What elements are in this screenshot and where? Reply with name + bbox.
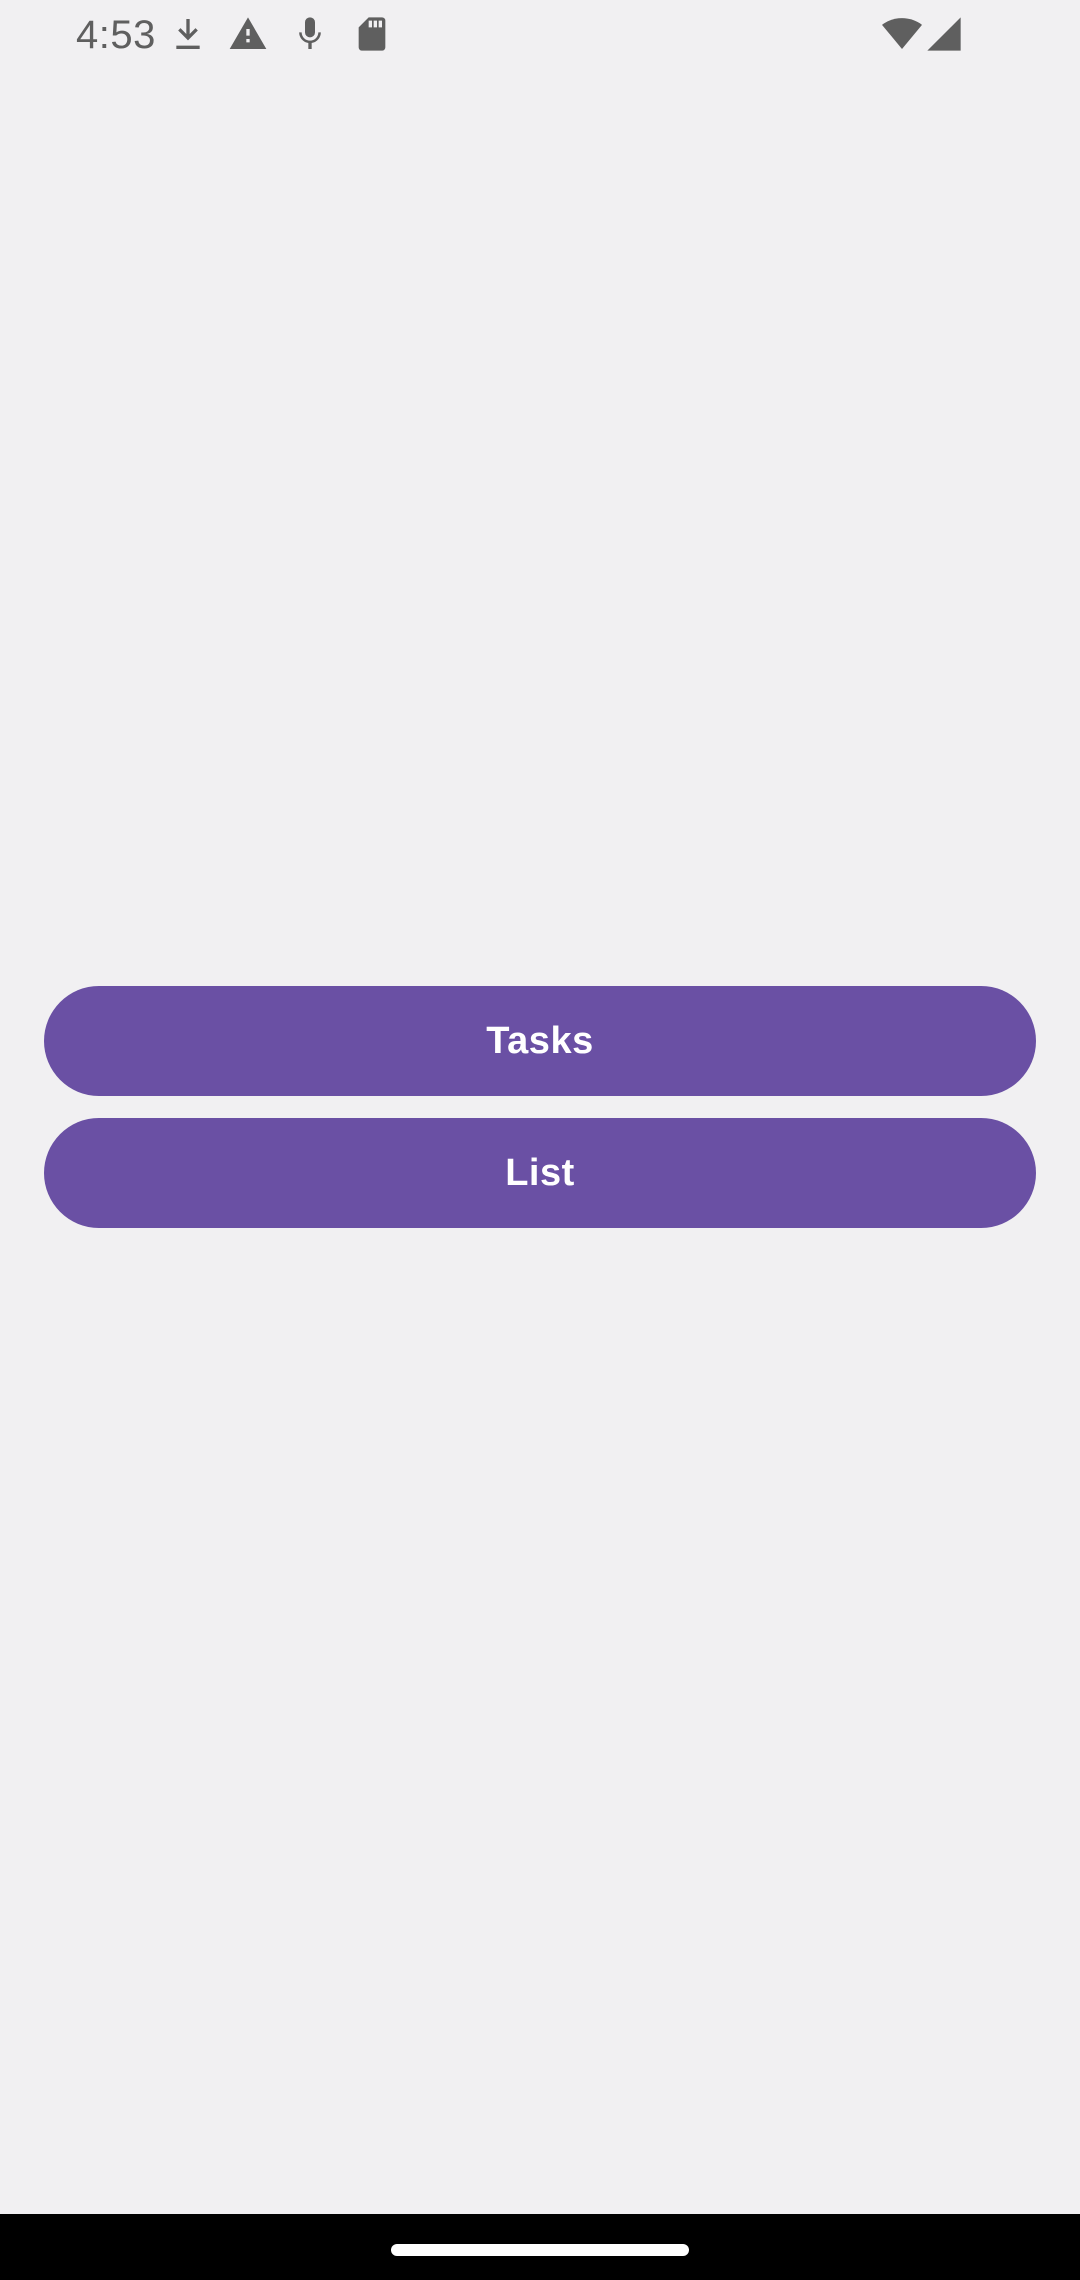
sd-card-icon (352, 14, 392, 54)
app-screen: 4:53 Tasks List (0, 0, 1080, 2280)
wifi-icon (882, 14, 922, 54)
status-bar: 4:53 (0, 0, 1080, 70)
navigation-bar (0, 2214, 1080, 2280)
warning-icon (228, 14, 268, 54)
home-gesture-handle[interactable] (391, 2244, 689, 2256)
tasks-button[interactable]: Tasks (44, 986, 1036, 1096)
cell-signal-icon (924, 14, 964, 54)
mic-icon (290, 14, 330, 54)
status-time: 4:53 (76, 13, 156, 57)
download-icon (168, 14, 208, 54)
button-group: Tasks List (44, 986, 1036, 1228)
list-button[interactable]: List (44, 1118, 1036, 1228)
